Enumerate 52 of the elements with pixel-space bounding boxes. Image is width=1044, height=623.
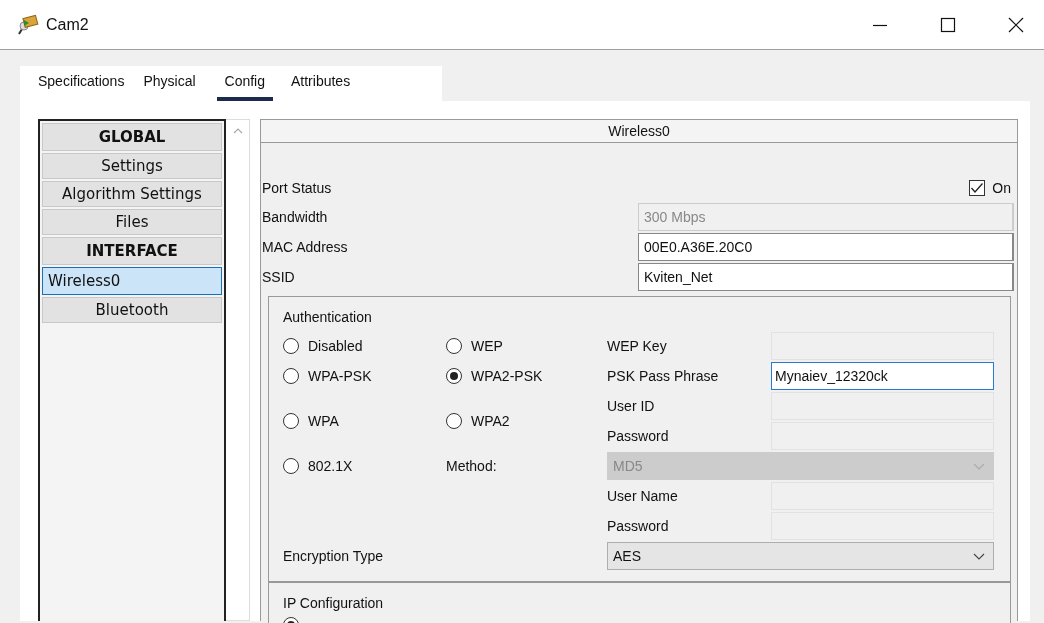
field-label: Password bbox=[607, 518, 670, 534]
field-label: Password bbox=[607, 428, 670, 444]
text-field[interactable]: Mynaiev_12320ck bbox=[771, 362, 994, 390]
checkbox[interactable] bbox=[969, 180, 986, 196]
radio-label: WPA-PSK bbox=[308, 368, 372, 384]
radio-button[interactable] bbox=[446, 413, 462, 429]
chevron-icon bbox=[973, 552, 985, 560]
sidebar-item[interactable]: Bluetooth bbox=[42, 297, 222, 323]
group-title: IP Configuration bbox=[283, 595, 385, 611]
sidebar-item[interactable]: Wireless0 bbox=[42, 267, 222, 295]
sidebar-item[interactable]: Settings bbox=[42, 153, 222, 179]
radio-button[interactable] bbox=[283, 458, 299, 474]
tab[interactable]: Physical bbox=[135, 73, 204, 101]
radio-label: WEP bbox=[471, 338, 503, 354]
radio-label: WPA2 bbox=[471, 413, 510, 429]
window-title: Cam2 bbox=[46, 15, 89, 34]
maximize-icon[interactable] bbox=[940, 16, 956, 33]
field-label: Port Status bbox=[261, 180, 333, 196]
field-label: WEP Key bbox=[607, 338, 668, 354]
radio-label: 802.1X bbox=[308, 458, 353, 474]
camera-icon bbox=[18, 13, 40, 36]
close-icon[interactable] bbox=[1008, 16, 1024, 33]
text-field[interactable]: Kviten_Net bbox=[638, 263, 1014, 291]
radio-label: WPA bbox=[308, 413, 339, 429]
field-label: User ID bbox=[607, 398, 656, 414]
radio-button[interactable] bbox=[283, 368, 299, 384]
panel-title: Wireless0 bbox=[261, 120, 1017, 143]
field-label: User Name bbox=[607, 488, 679, 504]
radio-button[interactable] bbox=[446, 338, 462, 354]
group-title: Authentication bbox=[283, 309, 373, 325]
method-label: Method: bbox=[446, 458, 498, 474]
chevron-icon bbox=[973, 462, 985, 470]
scrollbar[interactable] bbox=[226, 119, 250, 621]
radio-button[interactable] bbox=[446, 368, 462, 384]
field-label: SSID bbox=[261, 269, 296, 285]
sidebar-item[interactable]: Algorithm Settings bbox=[42, 181, 222, 207]
radio-button[interactable] bbox=[283, 413, 299, 429]
radio-label: WPA2-PSK bbox=[471, 368, 543, 384]
field-label: Encryption Type bbox=[283, 548, 385, 564]
text-field[interactable]: 00E0.A36E.20C0 bbox=[638, 233, 1014, 261]
sidebar-item[interactable]: Files bbox=[42, 209, 222, 235]
radio-button[interactable] bbox=[283, 338, 299, 354]
checkbox-label: On bbox=[992, 180, 1011, 196]
sidebar-header: INTERFACE bbox=[42, 237, 222, 265]
sidebar-header: GLOBAL bbox=[42, 123, 222, 151]
field-label: PSK Pass Phrase bbox=[607, 368, 720, 384]
tab[interactable]: Attributes bbox=[283, 73, 359, 101]
field-label: MAC Address bbox=[261, 239, 349, 255]
tab[interactable]: Specifications bbox=[30, 73, 133, 101]
radio-label: Disabled bbox=[308, 338, 363, 354]
field-label: Bandwidth bbox=[261, 209, 329, 225]
encryption-dropdown[interactable]: AES bbox=[607, 542, 994, 570]
